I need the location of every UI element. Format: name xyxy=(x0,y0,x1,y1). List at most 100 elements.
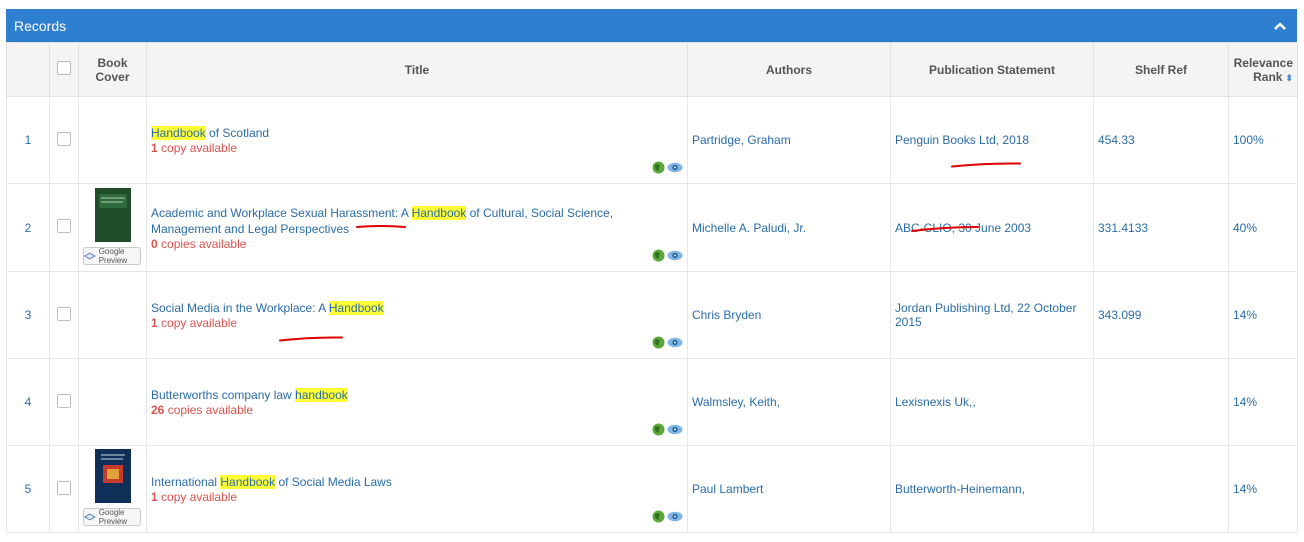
google-preview-button[interactable]: Google Preview xyxy=(83,247,141,265)
title-link[interactable]: Butterworths company law handbook xyxy=(151,387,683,403)
title-link[interactable]: Handbook of Scotland xyxy=(151,125,683,141)
collapse-chevron-up-icon[interactable] xyxy=(1271,17,1289,35)
globe-icon[interactable] xyxy=(652,249,665,265)
title-actions xyxy=(652,423,683,439)
row-checkbox[interactable] xyxy=(57,306,71,321)
title-link[interactable]: Academic and Workplace Sexual Harassment… xyxy=(151,205,683,237)
google-preview-button[interactable]: Google Preview xyxy=(83,508,141,526)
relevance-cell: 14% xyxy=(1228,445,1298,533)
title-actions xyxy=(652,249,683,265)
annotation-underline xyxy=(279,336,343,342)
row-checkbox[interactable] xyxy=(57,219,71,233)
availability[interactable]: 26 copies available xyxy=(151,403,683,417)
author-cell[interactable]: Partridge, Graham xyxy=(687,96,891,184)
book-cover-image[interactable]: Google Preview xyxy=(83,449,143,526)
relevance-cell: 100% xyxy=(1228,96,1298,184)
title-link[interactable]: Social Media in the Workplace: A Handboo… xyxy=(151,300,683,316)
row-select-cell xyxy=(49,445,79,533)
eye-icon[interactable] xyxy=(667,511,683,525)
search-highlight: Handbook xyxy=(151,126,206,140)
col-select-all xyxy=(49,42,79,97)
availability[interactable]: 0 copies available xyxy=(151,237,683,251)
eye-icon[interactable] xyxy=(667,424,683,438)
annotation-underline xyxy=(356,225,406,228)
relevance-cell: 14% xyxy=(1228,358,1298,446)
row-select-cell xyxy=(49,358,79,446)
table-row: 3 Social Media in the Workplace: A Handb… xyxy=(6,271,1298,359)
records-header: Records xyxy=(6,9,1297,42)
title-actions xyxy=(652,336,683,352)
shelf-cell xyxy=(1093,445,1229,533)
book-cover-cell: Google Preview xyxy=(78,183,147,272)
col-number xyxy=(6,42,50,97)
title-cell: International Handbook of Social Media L… xyxy=(146,445,688,533)
table-row: 1 Handbook of Scotland 1 copy available … xyxy=(6,96,1298,184)
sort-icon[interactable]: ⬍ xyxy=(1285,73,1293,83)
title-cell: Academic and Workplace Sexual Harassment… xyxy=(146,183,688,272)
col-publication[interactable]: Publication Statement xyxy=(890,42,1094,97)
book-cover-image[interactable]: Google Preview xyxy=(83,188,143,265)
row-checkbox[interactable] xyxy=(57,131,71,146)
search-highlight: handbook xyxy=(295,388,348,402)
book-cover-cell xyxy=(78,96,147,184)
eye-icon[interactable] xyxy=(667,162,683,176)
row-number: 5 xyxy=(6,445,50,533)
table-header-row: Book Cover Title Authors Publication Sta… xyxy=(6,42,1298,97)
select-all-checkbox[interactable] xyxy=(57,61,71,75)
publication-cell: Butterworth-Heinemann, xyxy=(890,445,1094,533)
title-cell: Handbook of Scotland 1 copy available xyxy=(146,96,688,184)
publication-cell: Lexisnexis Uk,, xyxy=(890,358,1094,446)
title-link[interactable]: International Handbook of Social Media L… xyxy=(151,474,683,490)
book-icon xyxy=(84,252,96,260)
shelf-cell xyxy=(1093,358,1229,446)
author-cell[interactable]: Michelle A. Paludi, Jr. xyxy=(687,183,891,272)
col-authors[interactable]: Authors xyxy=(687,42,891,97)
book-cover-cell xyxy=(78,358,147,446)
globe-icon[interactable] xyxy=(652,161,665,177)
annotation-underline xyxy=(951,162,1021,168)
eye-icon[interactable] xyxy=(667,250,683,264)
book-cover-cell xyxy=(78,271,147,359)
eye-icon[interactable] xyxy=(667,337,683,351)
search-highlight: Handbook xyxy=(220,475,276,489)
row-checkbox[interactable] xyxy=(57,393,71,408)
publication-cell: Penguin Books Ltd, 2018 xyxy=(890,96,1094,184)
availability[interactable]: 1 copy available xyxy=(151,141,683,155)
relevance-cell: 14% xyxy=(1228,271,1298,359)
title-actions xyxy=(652,510,683,526)
col-title[interactable]: Title xyxy=(146,42,688,97)
records-title: Records xyxy=(14,17,67,34)
book-cover-cell: Google Preview xyxy=(78,445,147,533)
author-cell[interactable]: Walmsley, Keith, xyxy=(687,358,891,446)
col-shelf[interactable]: Shelf Ref xyxy=(1093,42,1229,97)
table-row: 4 Butterworths company law handbook 26 c… xyxy=(6,358,1298,446)
book-icon xyxy=(84,513,96,521)
row-number: 2 xyxy=(6,183,50,272)
row-number: 1 xyxy=(6,96,50,184)
globe-icon[interactable] xyxy=(652,510,665,526)
row-select-cell xyxy=(49,271,79,359)
globe-icon[interactable] xyxy=(652,336,665,352)
search-highlight: Handbook xyxy=(328,301,384,315)
author-cell[interactable]: Paul Lambert xyxy=(687,445,891,533)
google-preview-label: Google Preview xyxy=(98,508,128,526)
publication-cell: Jordan Publishing Ltd, 22 October 2015 xyxy=(890,271,1094,359)
title-cell: Social Media in the Workplace: A Handboo… xyxy=(146,271,688,359)
records-panel: Records Book Cover Title Authors Publica… xyxy=(6,9,1298,533)
table-row: 2 Google Preview Academic and Workplace … xyxy=(6,183,1298,272)
shelf-cell: 454.33 xyxy=(1093,96,1229,184)
search-highlight: Handbook xyxy=(411,205,467,220)
shelf-cell: 331.4133 xyxy=(1093,183,1229,272)
table-row: 5 Google Preview International Handbook … xyxy=(6,445,1298,533)
col-book-cover: Book Cover xyxy=(78,42,147,97)
records-table: Book Cover Title Authors Publication Sta… xyxy=(6,42,1298,533)
row-checkbox[interactable] xyxy=(57,480,71,495)
row-number: 4 xyxy=(6,358,50,446)
row-select-cell xyxy=(49,183,79,272)
relevance-cell: 40% xyxy=(1228,183,1298,272)
globe-icon[interactable] xyxy=(652,423,665,439)
author-cell[interactable]: Chris Bryden xyxy=(687,271,891,359)
col-relevance[interactable]: Relevance Rank ⬍ xyxy=(1228,42,1298,97)
availability[interactable]: 1 copy available xyxy=(151,490,683,504)
availability[interactable]: 1 copy available xyxy=(151,316,683,330)
